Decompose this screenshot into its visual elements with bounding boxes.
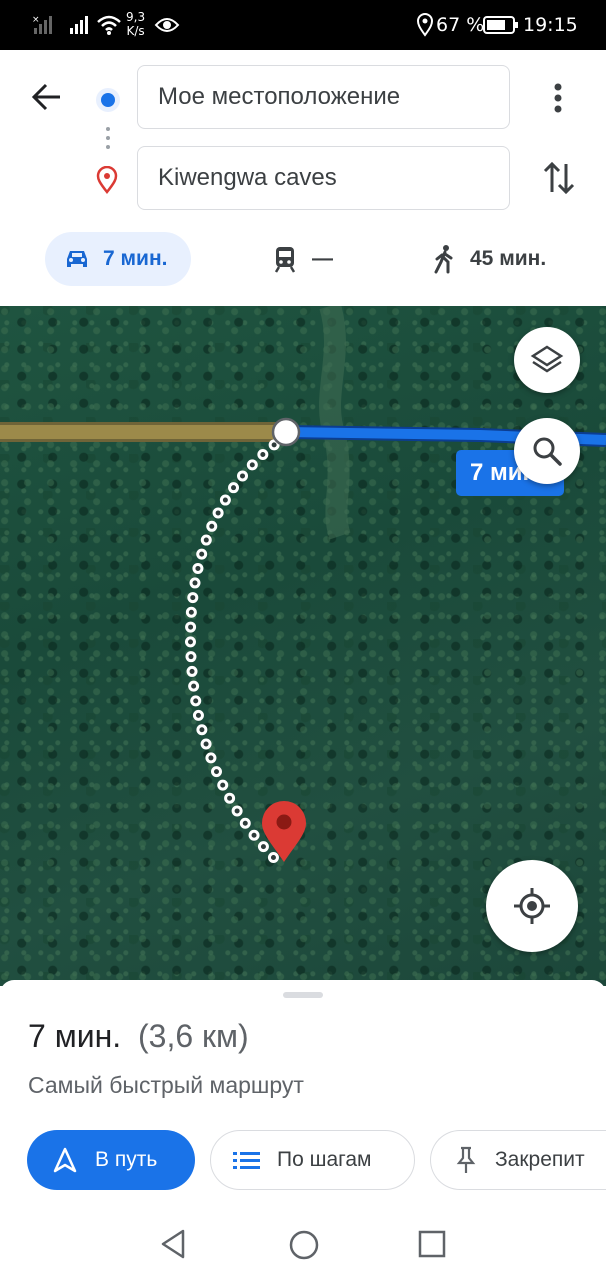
back-arrow-icon[interactable] — [30, 82, 64, 112]
more-options-icon[interactable] — [550, 82, 566, 114]
walk-icon — [434, 245, 453, 274]
list-icon — [233, 1152, 260, 1169]
origin-field[interactable]: Мое местоположение — [137, 65, 510, 129]
route-start-point — [271, 417, 301, 447]
status-bar: × 9,3 K/s 67 % 19:15 — [0, 0, 606, 50]
wifi-icon — [97, 15, 121, 35]
pushpin-icon — [456, 1146, 476, 1173]
satellite-map[interactable]: 7 мин — [0, 306, 606, 986]
mode-drive[interactable]: 7 мин. — [45, 232, 191, 286]
battery-percent: 67 % — [436, 14, 485, 36]
destination-field[interactable]: Kiwengwa caves — [137, 146, 510, 210]
car-icon — [67, 251, 87, 267]
search-button[interactable] — [514, 418, 580, 484]
nav-recents-icon[interactable] — [418, 1230, 446, 1258]
navigation-arrow-icon — [53, 1147, 77, 1173]
signal-icon — [70, 16, 88, 34]
start-navigation-button[interactable]: В путь — [27, 1130, 195, 1190]
pin-button[interactable]: Закрепит — [430, 1130, 606, 1190]
mode-drive-label: 7 мин. — [103, 247, 168, 270]
network-speed: 9,3 K/s — [126, 10, 146, 38]
svg-text:×: × — [32, 15, 40, 25]
search-icon — [533, 437, 562, 466]
my-location-button[interactable] — [486, 860, 578, 952]
route-duration: 7 мин. — [28, 1018, 122, 1054]
map-destination-pin — [262, 801, 306, 862]
nav-home-icon[interactable] — [288, 1229, 320, 1261]
origin-dot-icon — [96, 88, 120, 112]
battery-icon — [483, 16, 518, 34]
layers-button[interactable] — [514, 327, 580, 393]
layers-icon — [530, 345, 564, 373]
mode-transit-label: — — [312, 247, 333, 270]
drag-handle[interactable] — [283, 992, 323, 998]
route-distance: (3,6 км) — [138, 1018, 249, 1054]
steps-button[interactable]: По шагам — [210, 1130, 415, 1190]
mode-walk-label: 45 мин. — [470, 247, 547, 270]
nav-back-icon[interactable] — [158, 1228, 188, 1260]
destination-pin-icon — [96, 166, 118, 194]
mode-transit[interactable]: — — [272, 232, 342, 286]
location-icon — [416, 13, 434, 37]
route-summary: 7 мин. (3,6 км) — [28, 1016, 249, 1056]
route-dots-icon — [106, 127, 110, 149]
eye-icon — [154, 18, 180, 32]
swap-icon[interactable] — [542, 160, 576, 196]
mode-walk[interactable]: 45 мин. — [432, 232, 572, 286]
route-subtitle: Самый быстрый маршрут — [28, 1072, 304, 1098]
no-signal-icon: × — [32, 15, 52, 34]
train-icon — [274, 247, 296, 273]
crosshair-icon — [514, 888, 550, 924]
clock: 19:15 — [523, 14, 578, 36]
